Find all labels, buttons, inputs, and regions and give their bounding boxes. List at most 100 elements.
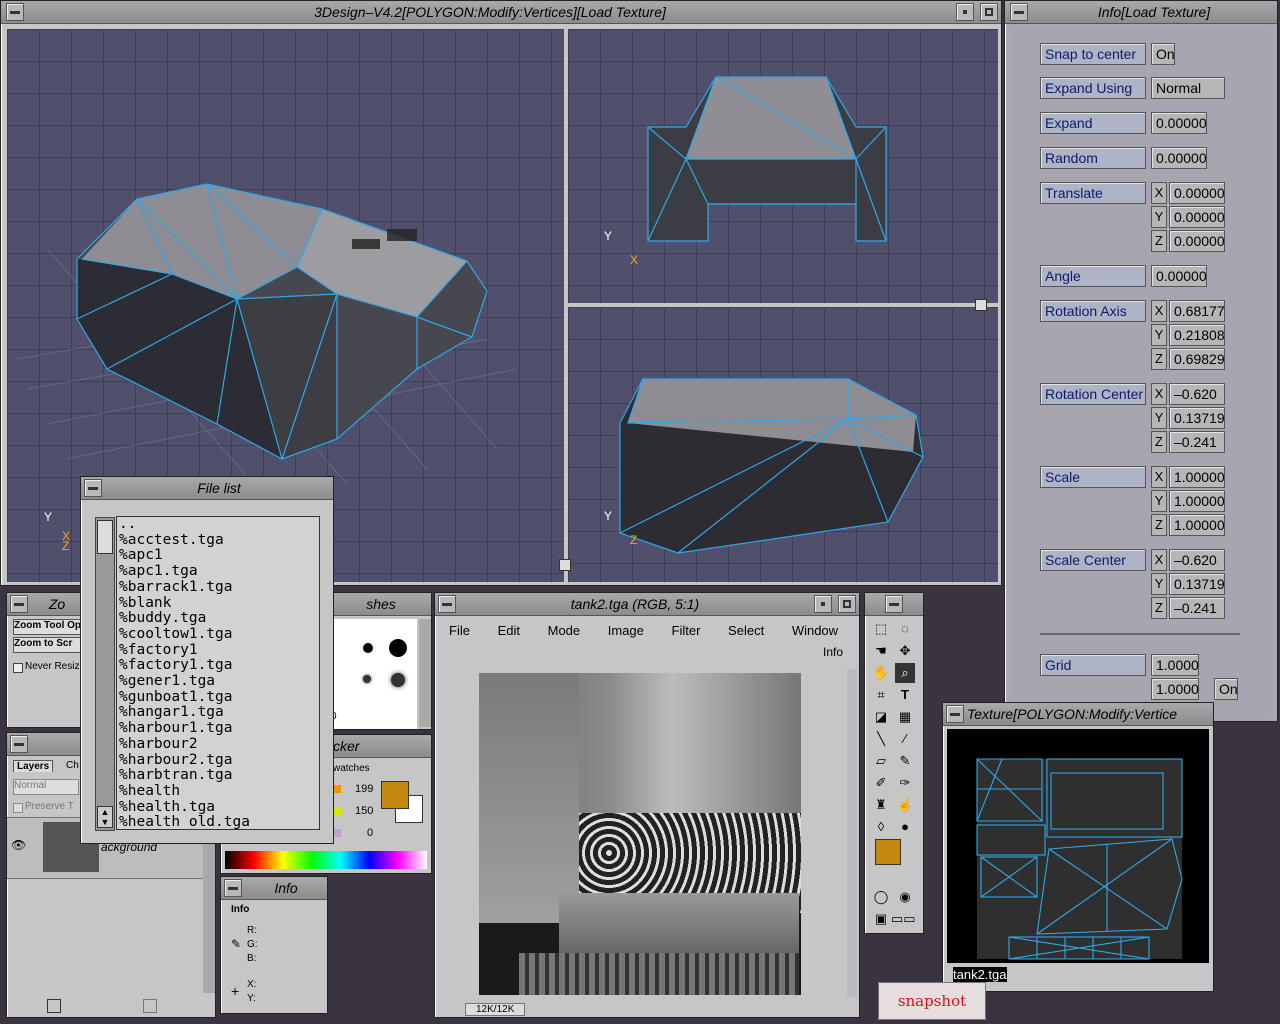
file-item[interactable]: %acctest.tga xyxy=(117,532,319,549)
rotation-axis-z-input[interactable]: 0.69829 xyxy=(1169,348,1225,370)
file-item[interactable]: %harbour1.tga xyxy=(117,720,319,737)
marquee-icon[interactable]: ⬚ xyxy=(871,619,891,639)
brush-dot[interactable] xyxy=(363,643,373,653)
rotation-axis-y-input[interactable]: 0.21808 xyxy=(1169,324,1225,346)
rotation-center-x-input[interactable]: –0.620 xyxy=(1169,383,1225,405)
grid-input-2[interactable]: 1.0000 xyxy=(1151,678,1199,700)
tab-channels[interactable]: Ch xyxy=(63,760,82,771)
file-list-titlebar[interactable]: File list xyxy=(81,477,333,500)
window-menu-icon[interactable] xyxy=(10,735,28,753)
file-list-scrollbar[interactable]: ▲ ▼ xyxy=(95,517,115,831)
zoom-to-screen-button[interactable]: Zoom to Scr xyxy=(13,637,85,653)
snap-to-center-button[interactable]: Snap to center xyxy=(1040,43,1146,65)
file-item[interactable]: %apc1.tga xyxy=(117,563,319,580)
crop-icon[interactable]: ⌗ xyxy=(871,685,891,705)
blur-icon[interactable]: ◊ xyxy=(871,817,891,837)
lasso-icon[interactable]: ◌ xyxy=(895,619,915,639)
new-layer-icon[interactable] xyxy=(47,999,61,1013)
hand-tool-icon[interactable]: ✋ xyxy=(871,663,891,683)
grid-toggle[interactable]: On xyxy=(1214,678,1238,700)
texture-window-titlebar[interactable]: Texture[POLYGON:Modify:Vertice xyxy=(943,703,1213,726)
file-item[interactable]: %gener1.tga xyxy=(117,673,319,690)
foreground-color-swatch[interactable] xyxy=(381,781,409,809)
layer-mode-select[interactable]: Normal xyxy=(13,779,79,795)
info-palette-titlebar[interactable]: Info xyxy=(221,877,327,900)
menu-select[interactable]: Select xyxy=(728,623,764,638)
trash-icon[interactable] xyxy=(143,999,157,1013)
file-item[interactable]: %buddy.tga xyxy=(117,611,319,627)
window-menu-icon[interactable] xyxy=(6,3,24,21)
scale-x-input[interactable]: 1.00000 xyxy=(1169,466,1225,488)
file-item[interactable]: .. xyxy=(117,517,319,533)
airbrush-icon[interactable]: ✐ xyxy=(871,773,891,793)
brush-dot[interactable] xyxy=(363,675,371,683)
maximize-icon[interactable] xyxy=(980,3,998,21)
hand-icon[interactable]: ☚ xyxy=(871,641,891,661)
file-item[interactable]: %health.tga xyxy=(117,799,319,816)
angle-input[interactable]: 0.00000 xyxy=(1151,265,1207,287)
file-list[interactable]: .. %acctest.tga %apc1 %apc1.tga %barrack… xyxy=(116,516,320,830)
stamp-icon[interactable]: ♜ xyxy=(871,795,891,815)
file-item[interactable]: %hangar1.tga xyxy=(117,705,319,721)
scale-center-z-input[interactable]: –0.241 xyxy=(1169,597,1225,619)
texture-canvas[interactable] xyxy=(479,673,801,995)
texture-preview[interactable] xyxy=(947,729,1209,963)
foreground-color-icon[interactable] xyxy=(875,839,901,865)
image-vscrollbar[interactable] xyxy=(847,669,857,997)
info-panel-titlebar[interactable]: Info[Load Texture] xyxy=(1005,1,1277,24)
translate-y-input[interactable]: 0.00000 xyxy=(1169,206,1225,228)
brush-grid[interactable]: 0 xyxy=(331,619,417,729)
front-viewport[interactable]: Y X xyxy=(568,29,998,303)
file-item[interactable]: %health_old.tga xyxy=(117,815,319,829)
paint-bucket-icon[interactable]: ◪ xyxy=(871,707,891,727)
eyedropper-tool-icon[interactable]: ⁄ xyxy=(895,729,915,749)
side-viewport[interactable]: Y Z xyxy=(568,307,998,582)
gradient-icon[interactable]: ▦ xyxy=(895,707,915,727)
rotation-axis-x-input[interactable]: 0.68177 xyxy=(1169,300,1225,322)
tab-swatches[interactable]: watches xyxy=(333,763,370,774)
scale-center-y-input[interactable]: 0.13719 xyxy=(1169,573,1225,595)
quick-mask-icon[interactable]: ◉ xyxy=(895,887,915,907)
file-item[interactable]: %barrack1.tga xyxy=(117,579,319,596)
viewport-split-handle[interactable] xyxy=(975,299,987,311)
file-item[interactable]: %gunboat1.tga xyxy=(117,689,319,706)
snap-to-center-toggle[interactable]: On xyxy=(1151,43,1175,65)
menu-mode[interactable]: Mode xyxy=(548,623,581,638)
scroll-arrows-icon[interactable]: ▲ ▼ xyxy=(97,806,113,828)
brushes-palette-titlebar[interactable]: shes xyxy=(331,593,431,616)
scroll-thumb[interactable] xyxy=(97,520,113,554)
menu-filter[interactable]: Filter xyxy=(672,623,701,638)
rotation-center-z-input[interactable]: –0.241 xyxy=(1169,431,1225,453)
minimize-icon[interactable] xyxy=(956,3,974,21)
brush-scrollbar[interactable] xyxy=(419,619,431,727)
dodge-icon[interactable]: ● xyxy=(895,817,915,837)
eye-icon[interactable]: 👁 xyxy=(11,838,26,852)
expand-input[interactable]: 0.00000 xyxy=(1151,112,1207,134)
eraser-icon[interactable]: ▱ xyxy=(871,751,891,771)
file-item[interactable]: %cooltow1.tga xyxy=(117,626,319,643)
paintbrush-icon[interactable]: ✑ xyxy=(895,773,915,793)
info-link[interactable]: Info xyxy=(823,645,843,659)
snapshot-button[interactable]: snapshot xyxy=(878,982,986,1020)
toolbox-titlebar[interactable] xyxy=(865,593,923,616)
line-icon[interactable]: ╲ xyxy=(871,729,891,749)
window-menu-icon[interactable] xyxy=(946,705,964,723)
file-item[interactable]: %factory1 xyxy=(117,642,319,659)
file-item[interactable]: %apc1 xyxy=(117,548,319,564)
scale-y-input[interactable]: 1.00000 xyxy=(1169,490,1225,512)
zoom-tool-options-button[interactable]: Zoom Tool Op xyxy=(13,619,85,635)
full-screen-icon[interactable]: ▭▭ xyxy=(891,909,916,929)
scale-center-x-input[interactable]: –0.620 xyxy=(1169,549,1225,571)
rotation-center-y-input[interactable]: 0.13719 xyxy=(1169,407,1225,429)
maximize-icon[interactable] xyxy=(838,595,856,613)
file-item[interactable]: %factory1.tga xyxy=(117,658,319,674)
file-item[interactable]: %health xyxy=(117,783,319,800)
zoom-icon[interactable]: ⌕ xyxy=(895,663,915,683)
brush-dot[interactable] xyxy=(389,639,407,657)
pencil-icon[interactable]: ✎ xyxy=(895,751,915,771)
minimize-icon[interactable] xyxy=(814,595,832,613)
translate-x-input[interactable]: 0.00000 xyxy=(1169,182,1225,204)
main-window-titlebar[interactable]: 3Design–V4.2[POLYGON:Modify:Vertices][Lo… xyxy=(1,1,1001,24)
menu-edit[interactable]: Edit xyxy=(498,623,520,638)
window-menu-icon[interactable] xyxy=(885,595,903,613)
